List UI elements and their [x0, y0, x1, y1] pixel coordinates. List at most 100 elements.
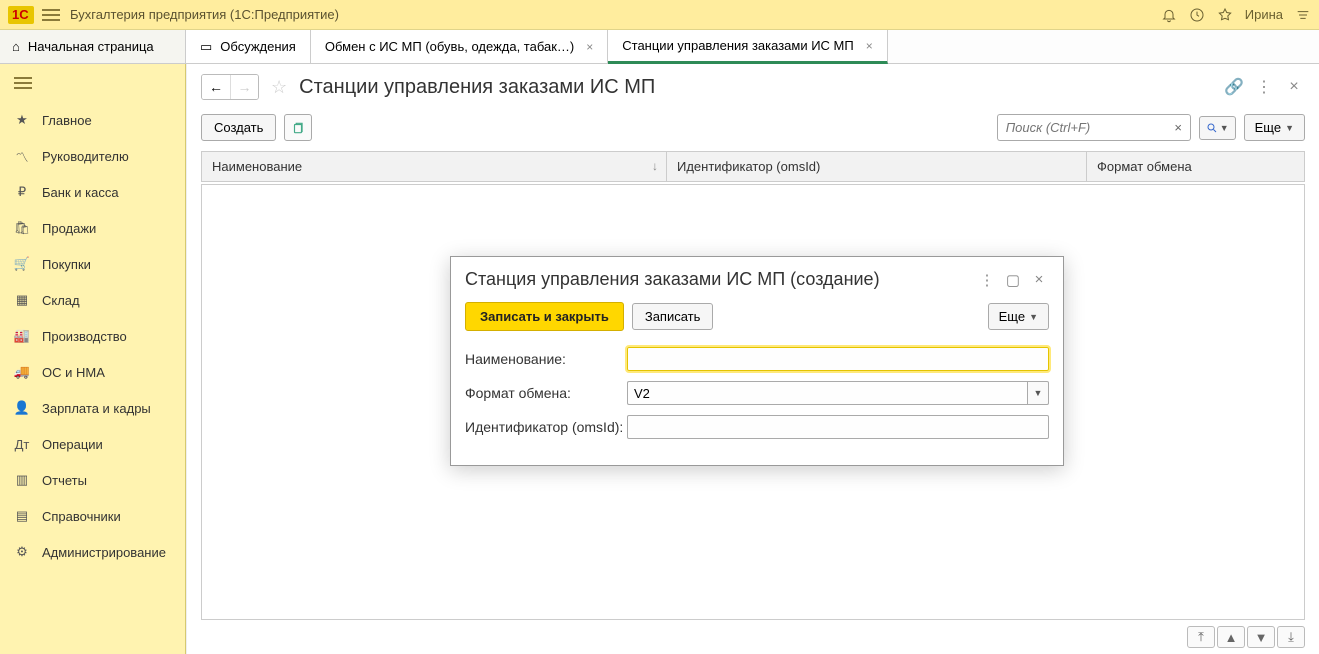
close-icon[interactable]: × — [582, 40, 593, 54]
bars-icon: ▥ — [14, 472, 30, 488]
tab-discussions[interactable]: ▭ Обсуждения — [186, 30, 311, 63]
home-icon: ⌂ — [12, 39, 20, 54]
sidebar-item-main[interactable]: ★Главное — [0, 102, 185, 138]
scroll-up-button[interactable]: ▲ — [1217, 626, 1245, 648]
column-label: Формат обмена — [1097, 159, 1192, 174]
save-close-button[interactable]: Записать и закрыть — [465, 302, 624, 331]
menu-icon[interactable] — [42, 6, 60, 24]
sidebar-item-label: Покупки — [42, 257, 91, 272]
history-icon[interactable] — [1189, 7, 1205, 23]
nav-forward-button[interactable]: → — [230, 75, 258, 99]
name-input[interactable] — [627, 347, 1049, 371]
sidebar-item-label: Главное — [42, 113, 92, 128]
column-name[interactable]: Наименование ↓ — [202, 152, 667, 181]
tab-home[interactable]: ⌂ Начальная страница — [0, 30, 186, 63]
person-icon: 👤 — [14, 400, 30, 416]
bell-icon[interactable] — [1161, 7, 1177, 23]
modal-close-icon[interactable]: × — [1029, 270, 1049, 290]
sort-icon: ↓ — [652, 159, 658, 173]
bag-icon: 🛍 — [14, 220, 30, 236]
chart-icon: 〽 — [14, 148, 30, 164]
sidebar-item-reports[interactable]: ▥ Отчеты — [0, 462, 185, 498]
more-button[interactable]: Еще▼ — [1244, 114, 1305, 141]
more-label: Еще — [1255, 120, 1281, 135]
tab-label: Обмен с ИС МП (обувь, одежда, табак…) — [325, 39, 574, 54]
user-name[interactable]: Ирина — [1245, 7, 1283, 22]
sidebar-item-label: Операции — [42, 437, 103, 452]
modal-kebab-icon[interactable]: ⋮ — [977, 270, 997, 290]
tab-ismp-exchange[interactable]: Обмен с ИС МП (обувь, одежда, табак…) × — [311, 30, 608, 63]
ruble-icon: ₽ — [14, 184, 30, 200]
sidebar-item-label: ОС и НМА — [42, 365, 105, 380]
more-label: Еще — [999, 309, 1025, 324]
cart-icon: 🛒 — [14, 256, 30, 272]
app-logo: 1C — [8, 6, 34, 24]
page-title: Станции управления заказами ИС МП — [299, 76, 655, 99]
link-icon[interactable]: 🔗 — [1223, 76, 1245, 98]
sidebar-item-warehouse[interactable]: ▦ Склад — [0, 282, 185, 318]
truck-icon: 🚚 — [14, 364, 30, 380]
star-icon[interactable] — [1217, 7, 1233, 23]
sidebar-item-hr[interactable]: 👤Зарплата и кадры — [0, 390, 185, 426]
sidebar-item-label: Склад — [42, 293, 80, 308]
column-format[interactable]: Формат обмена — [1087, 152, 1304, 181]
copy-button[interactable] — [284, 114, 312, 141]
tab-home-label: Начальная страница — [28, 39, 154, 54]
sidebar-item-admin[interactable]: ⚙Администрирование — [0, 534, 185, 570]
ops-icon: Дт — [14, 436, 30, 452]
close-icon[interactable]: × — [1283, 76, 1305, 98]
format-label: Формат обмена: — [465, 385, 627, 401]
kebab-icon[interactable]: ⋮ — [1253, 76, 1275, 98]
nav-arrows: ← → — [201, 74, 259, 100]
svg-text:1C: 1C — [12, 7, 29, 22]
topbar: 1C Бухгалтерия предприятия (1С:Предприят… — [0, 0, 1319, 30]
column-label: Идентификатор (omsId) — [677, 159, 820, 174]
tab-label: Обсуждения — [220, 39, 296, 54]
scroll-down-button[interactable]: ▼ — [1247, 626, 1275, 648]
settings-icon[interactable] — [1295, 7, 1311, 23]
sidebar-item-catalogs[interactable]: ▤ Справочники — [0, 498, 185, 534]
modal-title: Станция управления заказами ИС МП (созда… — [465, 269, 971, 290]
book-icon: ▤ — [14, 508, 30, 524]
omsid-label: Идентификатор (omsId): — [465, 419, 627, 435]
omsid-input[interactable] — [627, 415, 1049, 439]
search-input[interactable] — [997, 114, 1167, 141]
search-clear-button[interactable]: × — [1167, 114, 1191, 141]
chat-icon: ▭ — [200, 39, 212, 55]
search-button[interactable]: ▼ — [1199, 116, 1236, 140]
sidebar: ★Главное 〽 Руководителю ₽ Банк и касса 🛍 Пр… — [0, 64, 186, 654]
format-input[interactable] — [627, 381, 1027, 405]
close-icon[interactable]: × — [862, 39, 873, 53]
tab-label: Станции управления заказами ИС МП — [622, 38, 853, 53]
sidebar-item-label: Банк и касса — [42, 185, 119, 200]
gear-icon: ⚙ — [14, 544, 30, 560]
modal-more-button[interactable]: Еще▼ — [988, 303, 1049, 330]
sidebar-item-label: Справочники — [42, 509, 121, 524]
sidebar-item-production[interactable]: 🏭Производство — [0, 318, 185, 354]
create-button[interactable]: Создать — [201, 114, 276, 141]
nav-back-button[interactable]: ← — [202, 75, 230, 99]
sidebar-item-operations[interactable]: Дт Операции — [0, 426, 185, 462]
sidebar-item-bank[interactable]: ₽ Банк и касса — [0, 174, 185, 210]
sidebar-item-label: Отчеты — [42, 473, 87, 488]
sidebar-item-assets[interactable]: 🚚 ОС и НМА — [0, 354, 185, 390]
create-station-modal: Станция управления заказами ИС МП (созда… — [450, 256, 1064, 466]
sidebar-item-sales[interactable]: 🛍 Продажи — [0, 210, 185, 246]
favorite-icon[interactable]: ☆ — [271, 77, 287, 98]
sidebar-item-label: Руководителю — [42, 149, 129, 164]
boxes-icon: ▦ — [14, 292, 30, 308]
scroll-bottom-button[interactable]: ⤓ — [1277, 626, 1305, 648]
sidebar-menu-icon[interactable] — [14, 74, 32, 92]
modal-maximize-icon[interactable]: ▢ — [1003, 270, 1023, 290]
sidebar-item-manager[interactable]: 〽 Руководителю — [0, 138, 185, 174]
scroll-top-button[interactable]: ⤒ — [1187, 626, 1215, 648]
save-button[interactable]: Записать — [632, 303, 714, 330]
tab-ismp-stations[interactable]: Станции управления заказами ИС МП × — [608, 30, 887, 64]
sidebar-item-purchases[interactable]: 🛒 Покупки — [0, 246, 185, 282]
column-omsid[interactable]: Идентификатор (omsId) — [667, 152, 1087, 181]
table-header: Наименование ↓ Идентификатор (omsId) Форм… — [201, 151, 1305, 182]
sidebar-item-label: Продажи — [42, 221, 96, 236]
format-dropdown-button[interactable]: ▼ — [1027, 381, 1049, 405]
tabs-row: ⌂ Начальная страница ▭ Обсуждения Обмен … — [0, 30, 1319, 64]
column-label: Наименование — [212, 159, 302, 174]
